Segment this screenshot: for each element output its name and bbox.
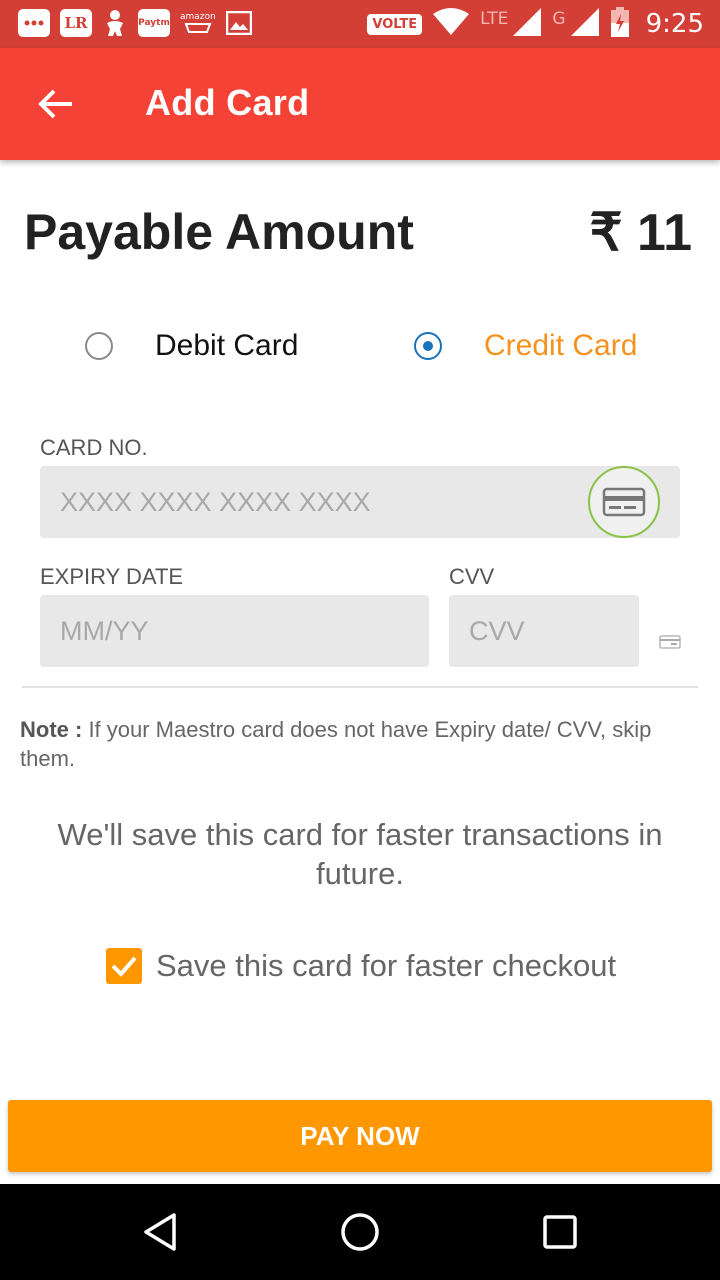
card-scan-button[interactable] [588,466,660,538]
expiry-date-input[interactable] [40,595,429,667]
save-card-checkbox-row[interactable]: Save this card for faster checkout [106,948,616,984]
baby-icon [102,9,128,37]
paytm-icon: Paytm [138,9,170,37]
lte-label: LTE [480,9,509,29]
arrow-left-icon [38,89,72,119]
nav-home-button[interactable] [330,1202,390,1262]
battery-icon [610,7,630,41]
debit-card-label: Debit Card [155,329,299,362]
credit-card-radio[interactable] [414,332,442,360]
notification-icons: LR Paytm amazon [18,9,252,37]
cvv-label: CVV [449,564,495,589]
card-number-input[interactable] [40,466,680,538]
signal-icon-2 [570,7,600,41]
expiry-date-field [40,595,429,667]
recents-square-icon [543,1215,577,1249]
cvv-field [449,595,639,667]
app-bar: Add Card [0,48,720,160]
card-number-field [40,466,680,538]
chat-bubble-icon [18,9,50,37]
gallery-icon [225,11,252,35]
save-card-message: We'll save this card for faster transact… [57,817,663,891]
signal-icon [512,7,542,41]
save-card-checkbox[interactable] [106,948,142,984]
credit-card-label: Credit Card [484,329,638,362]
credit-card-option[interactable]: Credit Card [414,324,637,368]
volte-badge: VOLTE [367,13,423,35]
debit-card-radio[interactable] [85,332,113,360]
maestro-note: Note : If your Maestro card does not hav… [20,715,700,773]
back-button[interactable] [30,78,82,130]
lr-app-icon: LR [60,9,92,37]
amazon-icon: amazon [180,12,216,34]
nav-recents-button[interactable] [530,1202,590,1262]
nav-back-button[interactable] [130,1202,190,1262]
note-prefix: Note : [20,717,83,742]
cvv-card-icon [659,634,681,653]
home-circle-icon [341,1213,379,1251]
credit-card-icon [602,487,646,517]
pay-now-button[interactable]: PAY NOW [8,1100,712,1172]
save-card-checkbox-label: Save this card for faster checkout [156,948,617,983]
status-bar: LR Paytm amazon VOLTE LTE G 9:25 [0,0,720,48]
card-number-label: CARD NO. [40,435,148,460]
debit-card-option[interactable]: Debit Card [85,324,298,368]
divider [22,686,698,688]
system-status-icons: VOLTE LTE G 9:25 [367,6,704,42]
clock: 9:25 [645,9,704,39]
back-triangle-icon [144,1213,176,1251]
note-text: If your Maestro card does not have Expir… [20,717,652,771]
g-label: G [552,9,566,29]
page-title: Add Card [145,82,310,123]
payable-amount-value: ₹ 11 [589,204,692,262]
wifi-icon [432,8,470,40]
amazon-label: amazon [180,12,216,22]
cvv-input[interactable] [449,595,639,667]
expiry-date-label: EXPIRY DATE [40,564,184,589]
checkmark-icon [111,956,137,977]
system-nav-bar [0,1184,720,1280]
payable-amount-label: Payable Amount [24,204,414,260]
